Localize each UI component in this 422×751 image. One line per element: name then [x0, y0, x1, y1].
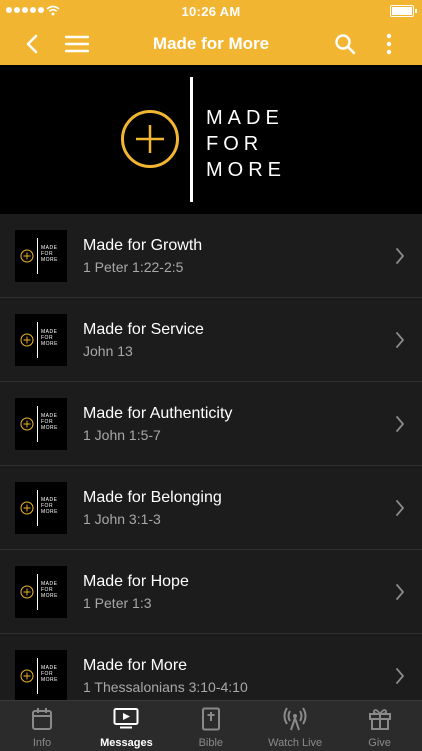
message-title: Made for Authenticity — [83, 405, 233, 422]
thumbnail-divider — [37, 238, 38, 274]
message-reference: 1 John 3:1-3 — [83, 511, 161, 527]
message-title: Made for Hope — [83, 573, 189, 590]
banner-line-for: FOR — [206, 133, 264, 155]
battery-icon — [390, 5, 417, 17]
chevron-right-icon — [396, 248, 404, 264]
tab-messages[interactable]: Messages — [84, 701, 168, 751]
thumbnail-wordmark: MADE FOR MORE — [41, 413, 58, 431]
tab-label: Messages — [100, 737, 153, 749]
plus-circle-logo-icon — [20, 669, 34, 683]
message-thumbnail: MADE FOR MORE — [15, 314, 67, 366]
plus-circle-logo-icon — [20, 585, 34, 599]
thumbnail-divider — [37, 574, 38, 610]
thumbnail-wordmark: MADE FOR MORE — [41, 497, 58, 515]
thumbnail-divider — [37, 490, 38, 526]
more-vertical-icon — [386, 33, 392, 55]
series-banner: MADE FOR MORE — [0, 65, 422, 214]
plus-circle-logo-icon — [20, 249, 34, 263]
thumbnail-wordmark: MADE FOR MORE — [41, 665, 58, 683]
tv-icon — [84, 707, 168, 729]
search-button[interactable] — [331, 30, 359, 58]
tab-label: Give — [368, 737, 391, 749]
thumbnail-wordmark: MADE FOR MORE — [41, 581, 58, 599]
thumbnail-divider — [37, 406, 38, 442]
more-button[interactable] — [375, 30, 403, 58]
navbar: Made for More — [0, 22, 422, 65]
thumbnail-divider — [37, 322, 38, 358]
search-icon — [335, 34, 356, 55]
message-row[interactable]: MADE FOR MORE Made for Authenticity 1 John 1… — [0, 382, 422, 466]
message-row[interactable]: MADE FOR MORE Made for Belonging 1 John 3:1-… — [0, 466, 422, 550]
tab-watch-live[interactable]: Watch Live — [253, 701, 337, 751]
gift-icon — [338, 707, 422, 731]
tab-give[interactable]: Give — [338, 701, 422, 751]
bible-icon — [169, 707, 253, 731]
plus-circle-logo-icon — [20, 501, 34, 515]
calendar-icon — [0, 707, 84, 731]
chevron-right-icon — [396, 332, 404, 348]
banner-line-more: MORE — [206, 159, 286, 181]
thumbnail-wordmark: MADE FOR MORE — [41, 245, 58, 263]
message-thumbnail: MADE FOR MORE — [15, 650, 67, 700]
chevron-right-icon — [396, 584, 404, 600]
plus-circle-logo-icon — [121, 110, 179, 168]
plus-circle-logo-icon — [20, 417, 34, 431]
message-thumbnail: MADE FOR MORE — [15, 566, 67, 618]
tab-bar: Info Messages Bible Watch Live Give — [0, 700, 422, 751]
message-row[interactable]: MADE FOR MORE Made for More 1 Thessalonians … — [0, 634, 422, 700]
chevron-right-icon — [396, 668, 404, 684]
tab-label: Watch Live — [268, 737, 323, 749]
message-title: Made for Belonging — [83, 489, 222, 506]
banner-wordmark: MADE FOR MORE — [206, 105, 286, 183]
message-row[interactable]: MADE FOR MORE Made for Service John 13 — [0, 298, 422, 382]
status-time: 10:26 AM — [181, 4, 241, 19]
message-reference: 1 Peter 1:3 — [83, 595, 152, 611]
message-title: Made for Service — [83, 321, 204, 338]
message-thumbnail: MADE FOR MORE — [15, 398, 67, 450]
message-title: Made for More — [83, 657, 188, 674]
thumbnail-divider — [37, 658, 38, 694]
thumbnail-wordmark: MADE FOR MORE — [41, 329, 58, 347]
chevron-right-icon — [396, 416, 404, 432]
message-row[interactable]: MADE FOR MORE Made for Hope 1 Peter 1:3 — [0, 550, 422, 634]
message-reference: 1 John 1:5-7 — [83, 427, 161, 443]
message-reference: 1 Thessalonians 3:10-4:10 — [83, 679, 248, 695]
tab-info[interactable]: Info — [0, 701, 84, 751]
plus-circle-logo-icon — [20, 333, 34, 347]
message-reference: 1 Peter 1:22-2:5 — [83, 259, 184, 275]
message-reference: John 13 — [83, 343, 133, 359]
banner-divider — [190, 77, 193, 202]
status-bar: 10:26 AM — [0, 0, 422, 22]
message-row[interactable]: MADE FOR MORE Made for Growth 1 Peter 1:22-2… — [0, 214, 422, 298]
banner-line-made: MADE — [206, 107, 284, 129]
message-thumbnail: MADE FOR MORE — [15, 482, 67, 534]
broadcast-icon — [253, 707, 337, 731]
message-title: Made for Growth — [83, 237, 203, 254]
message-thumbnail: MADE FOR MORE — [15, 230, 67, 282]
message-list: MADE FOR MORE Made for Growth 1 Peter 1:22-2… — [0, 214, 422, 700]
chevron-right-icon — [396, 500, 404, 516]
tab-label: Info — [32, 737, 52, 749]
tab-label: Bible — [198, 737, 224, 749]
tab-bible[interactable]: Bible — [169, 701, 253, 751]
